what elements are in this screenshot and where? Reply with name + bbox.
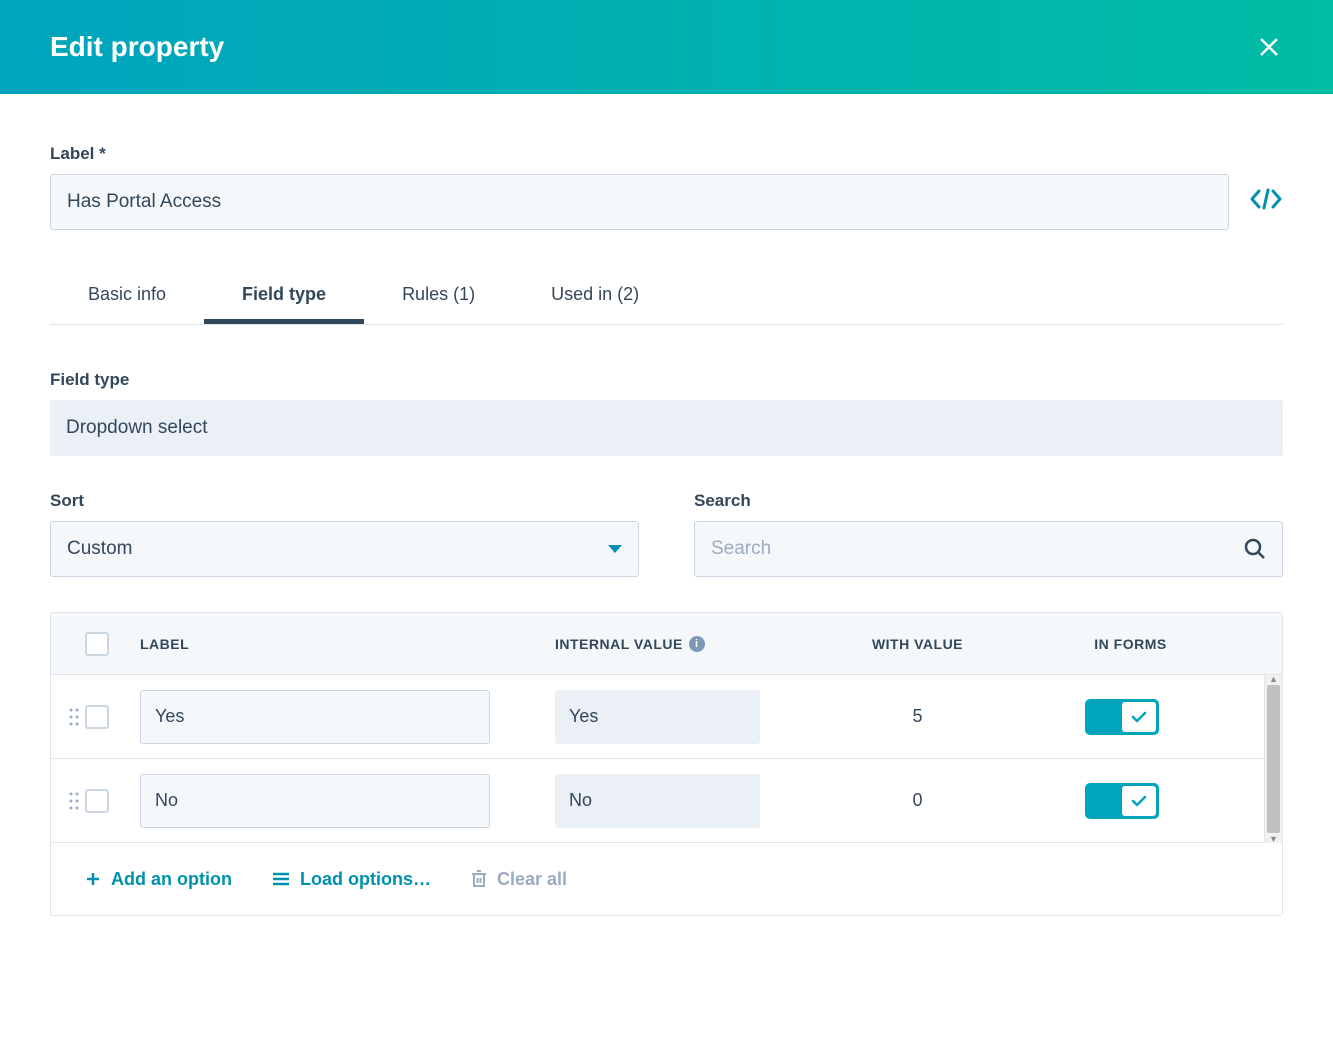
scrollbar-thumb[interactable] — [1267, 685, 1280, 833]
in-forms-toggle[interactable] — [1085, 699, 1159, 735]
drag-icon — [69, 791, 79, 811]
sort-label: Sort — [50, 491, 639, 511]
scrollbar[interactable]: ▲ ▼ — [1264, 675, 1282, 843]
table-row: Yes 5 — [51, 675, 1282, 759]
row-checkbox[interactable] — [85, 789, 109, 813]
option-with-value: 0 — [840, 790, 995, 811]
label-field-label: Label * — [50, 144, 1229, 164]
options-table: LABEL INTERNAL VALUE i WITH VALUE IN FOR… — [50, 612, 1283, 916]
drag-handle[interactable] — [63, 707, 85, 727]
th-label: LABEL — [140, 636, 555, 652]
search-icon — [1244, 538, 1266, 560]
load-options-button[interactable]: Load options… — [272, 869, 431, 890]
field-type-value: Dropdown select — [50, 400, 1283, 456]
label-input[interactable] — [50, 174, 1229, 230]
modal-header: Edit property — [0, 0, 1333, 94]
th-internal: INTERNAL VALUE i — [555, 636, 840, 652]
tab-basic-info[interactable]: Basic info — [50, 270, 204, 324]
tab-used-in[interactable]: Used in (2) — [513, 270, 677, 324]
tab-rules[interactable]: Rules (1) — [364, 270, 513, 324]
table-footer: Add an option Load options… Clear all — [51, 843, 1282, 915]
tab-field-type[interactable]: Field type — [204, 270, 364, 324]
list-icon — [272, 872, 290, 886]
th-in-forms: IN FORMS — [995, 636, 1266, 652]
option-with-value: 5 — [840, 706, 995, 727]
check-icon — [1131, 710, 1147, 724]
modal-title: Edit property — [50, 31, 224, 63]
code-toggle-button[interactable] — [1249, 187, 1283, 230]
option-label-input[interactable] — [140, 774, 490, 828]
close-icon — [1258, 36, 1280, 58]
select-all-checkbox[interactable] — [85, 632, 109, 656]
th-with-value: WITH VALUE — [840, 636, 995, 652]
code-icon — [1249, 187, 1283, 211]
drag-icon — [69, 707, 79, 727]
trash-icon — [471, 870, 487, 888]
add-option-button[interactable]: Add an option — [85, 869, 232, 890]
search-label: Search — [694, 491, 1283, 511]
scroll-down-icon: ▼ — [1265, 833, 1282, 845]
option-internal-value: Yes — [555, 690, 760, 744]
option-label-input[interactable] — [140, 690, 490, 744]
search-box[interactable] — [694, 521, 1283, 577]
close-button[interactable] — [1255, 33, 1283, 61]
scroll-up-icon: ▲ — [1265, 673, 1282, 685]
check-icon — [1131, 794, 1147, 808]
table-row: No 0 — [51, 759, 1282, 843]
search-input[interactable] — [711, 538, 1244, 560]
field-type-label: Field type — [50, 370, 1283, 390]
info-icon[interactable]: i — [689, 636, 705, 652]
sort-select[interactable]: Custom — [50, 521, 639, 577]
drag-handle[interactable] — [63, 791, 85, 811]
row-checkbox[interactable] — [85, 705, 109, 729]
sort-value: Custom — [67, 538, 132, 560]
clear-all-button[interactable]: Clear all — [471, 869, 567, 890]
plus-icon — [85, 871, 101, 887]
in-forms-toggle[interactable] — [1085, 783, 1159, 819]
table-header: LABEL INTERNAL VALUE i WITH VALUE IN FOR… — [51, 613, 1282, 675]
option-internal-value: No — [555, 774, 760, 828]
chevron-down-icon — [608, 545, 622, 553]
tabs: Basic info Field type Rules (1) Used in … — [50, 270, 1283, 325]
